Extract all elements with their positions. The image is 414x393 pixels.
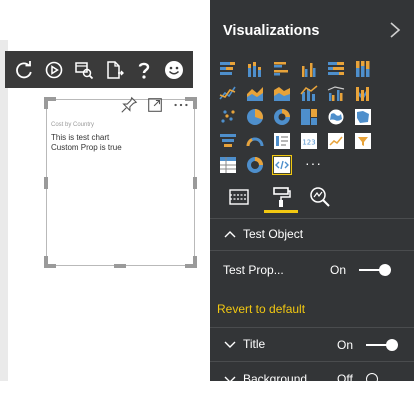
line-and-stacked-column-chart-icon[interactable] bbox=[300, 84, 318, 102]
area-chart-icon[interactable] bbox=[246, 84, 264, 102]
analytics-magnifier-icon bbox=[310, 187, 330, 207]
matrix-icon[interactable] bbox=[246, 156, 264, 174]
help-icon bbox=[138, 62, 150, 79]
canvas-ruler bbox=[0, 40, 8, 381]
dataview-button[interactable] bbox=[72, 58, 96, 82]
chevron-up-icon bbox=[224, 231, 236, 238]
gauge-icon[interactable] bbox=[246, 132, 264, 150]
visual-text-line: This is test chart bbox=[51, 133, 110, 142]
tab-format[interactable] bbox=[268, 184, 294, 210]
toggle-knob bbox=[366, 373, 378, 381]
pie-chart-icon[interactable] bbox=[246, 108, 264, 126]
line-and-clustered-column-chart-icon[interactable] bbox=[327, 84, 345, 102]
visual-content: This is test chart Custom Prop is true bbox=[51, 133, 122, 153]
resize-handle[interactable] bbox=[44, 256, 48, 268]
export-icon bbox=[107, 60, 124, 79]
resize-handle[interactable] bbox=[44, 177, 48, 189]
play-icon bbox=[45, 61, 63, 78]
paint-roller-icon bbox=[273, 187, 291, 207]
resize-handle[interactable] bbox=[193, 177, 197, 189]
refresh-button[interactable] bbox=[12, 58, 36, 82]
background-toggle-state: Off bbox=[337, 372, 353, 386]
feedback-button[interactable] bbox=[162, 58, 186, 82]
slicer-icon[interactable] bbox=[354, 132, 372, 150]
clustered-column-chart-icon[interactable] bbox=[300, 60, 318, 78]
pane-tabs bbox=[210, 180, 414, 214]
report-canvas[interactable]: Cost by Country This is test chart Custo… bbox=[0, 0, 210, 381]
focus-mode-icon[interactable] bbox=[146, 96, 164, 114]
custom-visual[interactable]: Cost by Country This is test chart Custo… bbox=[46, 96, 195, 266]
revert-to-default-link[interactable]: Revert to default bbox=[217, 302, 305, 316]
visual-text-line: Custom Prop is true bbox=[51, 143, 122, 152]
ribbon-chart-icon[interactable] bbox=[354, 84, 372, 102]
title-toggle-state: On bbox=[337, 338, 354, 352]
divider bbox=[210, 327, 414, 328]
dataview-icon bbox=[75, 61, 94, 79]
table-icon[interactable] bbox=[219, 156, 237, 174]
tab-analytics[interactable] bbox=[307, 184, 333, 210]
resize-handle[interactable] bbox=[193, 256, 197, 268]
test-prop-toggle[interactable] bbox=[359, 264, 391, 276]
test-prop-label: Test Prop... bbox=[223, 263, 284, 277]
background-toggle[interactable] bbox=[366, 373, 382, 381]
active-tab-indicator bbox=[264, 210, 298, 213]
stacked-column-chart-icon[interactable] bbox=[246, 60, 264, 78]
svg-text:123: 123 bbox=[302, 139, 315, 147]
chevron-down-icon bbox=[224, 341, 236, 348]
divider bbox=[210, 361, 414, 362]
stacked-bar-chart-icon[interactable] bbox=[219, 60, 237, 78]
more-visuals-button[interactable]: ··· bbox=[305, 155, 322, 171]
fields-icon bbox=[229, 189, 249, 205]
toggle-knob bbox=[379, 264, 391, 276]
pane-header: Visualizations bbox=[210, 0, 414, 60]
visual-header bbox=[120, 96, 190, 114]
section-label: Background bbox=[243, 372, 308, 386]
resize-handle[interactable] bbox=[193, 97, 197, 109]
section-label: Test Object bbox=[243, 227, 304, 241]
line-chart-icon[interactable] bbox=[219, 84, 237, 102]
section-label: Title bbox=[243, 337, 266, 351]
test-prop-toggle-state: On bbox=[330, 263, 347, 277]
pin-icon[interactable] bbox=[120, 96, 138, 114]
section-background[interactable]: Background bbox=[210, 365, 414, 393]
developer-toolbar bbox=[5, 51, 193, 88]
chevron-right-icon[interactable] bbox=[388, 21, 402, 39]
multi-row-card-icon[interactable] bbox=[273, 132, 291, 150]
resize-handle[interactable] bbox=[114, 264, 126, 268]
section-test-object[interactable]: Test Object bbox=[210, 220, 414, 248]
clustered-bar-chart-icon[interactable] bbox=[273, 60, 291, 78]
title-toggle[interactable] bbox=[366, 339, 398, 351]
divider bbox=[210, 250, 414, 251]
refresh-icon bbox=[16, 60, 32, 78]
card-icon[interactable]: 123 bbox=[300, 132, 318, 150]
filled-map-icon[interactable] bbox=[354, 108, 372, 126]
funnel-icon[interactable] bbox=[219, 132, 237, 150]
divider bbox=[210, 218, 414, 219]
toggle-knob bbox=[386, 339, 398, 351]
visual-title: Cost by Country bbox=[51, 122, 95, 128]
smiley-icon bbox=[165, 60, 183, 79]
play-button[interactable] bbox=[42, 58, 66, 82]
tab-fields[interactable] bbox=[226, 184, 252, 210]
100-stacked-column-chart-icon[interactable] bbox=[354, 60, 372, 78]
resize-handle[interactable] bbox=[44, 97, 48, 109]
donut-chart-icon[interactable] bbox=[273, 108, 291, 126]
stacked-area-chart-icon[interactable] bbox=[273, 84, 291, 102]
export-button[interactable] bbox=[102, 58, 126, 82]
treemap-icon[interactable] bbox=[300, 108, 318, 126]
100-stacked-bar-chart-icon[interactable] bbox=[327, 60, 345, 78]
chevron-down-icon bbox=[224, 376, 236, 383]
scatter-chart-icon[interactable] bbox=[219, 108, 237, 126]
pane-title: Visualizations bbox=[223, 23, 320, 39]
kpi-icon[interactable] bbox=[327, 132, 345, 150]
help-button[interactable] bbox=[132, 58, 156, 82]
developer-visual-icon[interactable] bbox=[272, 155, 292, 175]
map-icon[interactable] bbox=[327, 108, 345, 126]
